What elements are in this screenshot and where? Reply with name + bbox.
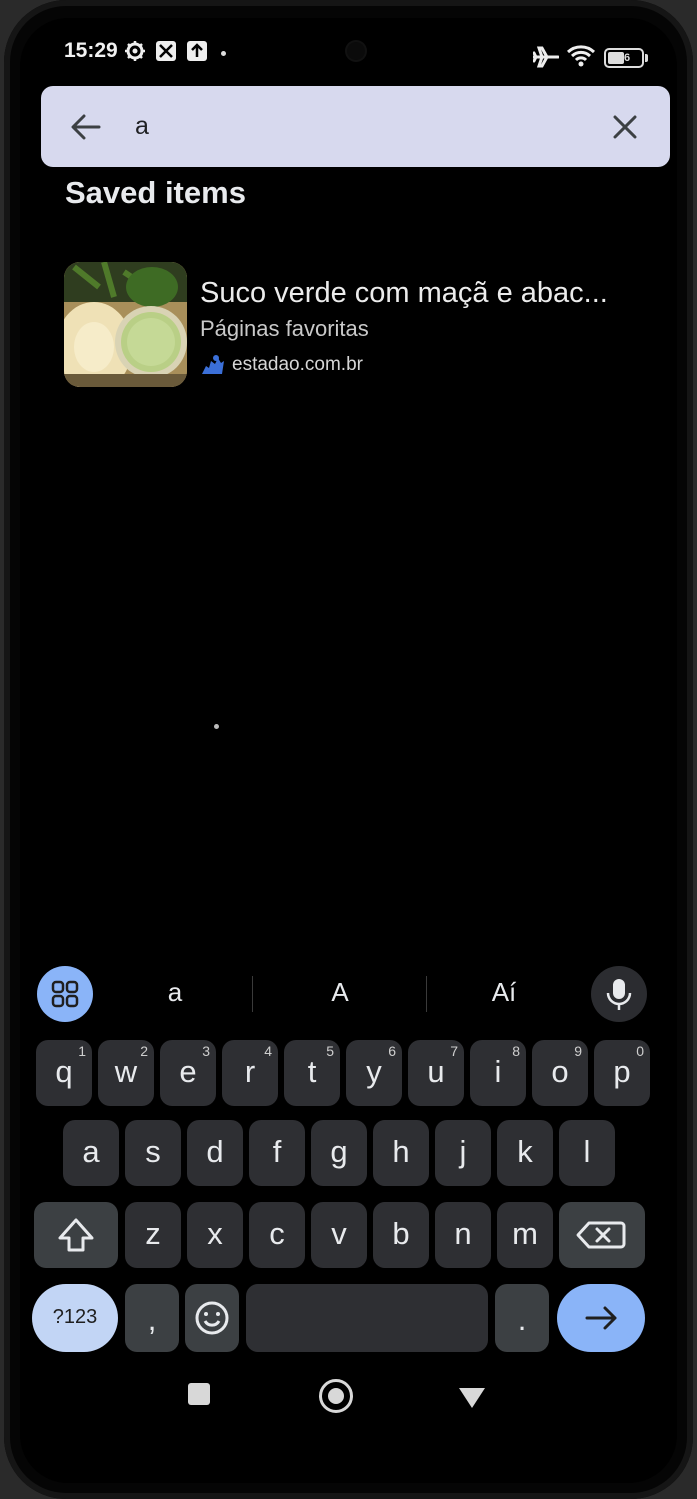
nav-home-button[interactable]: [319, 1379, 353, 1413]
status-time: 15:29: [64, 39, 118, 62]
key-y[interactable]: y6: [346, 1040, 402, 1106]
suggestion-divider: [252, 976, 253, 1012]
nav-recents-button[interactable]: [188, 1383, 210, 1405]
key-v[interactable]: v: [311, 1202, 367, 1268]
upload-notification-icon: [187, 41, 207, 61]
search-input[interactable]: [135, 106, 575, 146]
notification-dot: [221, 51, 226, 56]
search-bar: [41, 86, 670, 167]
battery-tip: [645, 54, 648, 62]
saved-item[interactable]: Suco verde com maçã e abac... Páginas fa…: [60, 258, 660, 388]
emoji-icon: [195, 1301, 229, 1335]
saved-item-title: Suco verde com maçã e abac...: [200, 277, 608, 309]
key-u[interactable]: u7: [408, 1040, 464, 1106]
period-key[interactable]: .: [495, 1284, 549, 1352]
key-o[interactable]: o9: [532, 1040, 588, 1106]
microphone-icon: [606, 979, 632, 1010]
microphone-button[interactable]: [591, 966, 647, 1022]
key-h[interactable]: h: [373, 1120, 429, 1186]
screen-speck: [214, 724, 219, 729]
shift-icon: [58, 1218, 94, 1252]
settings-gear-icon: [125, 41, 145, 61]
battery-icon: 46: [604, 48, 644, 68]
space-key[interactable]: [246, 1284, 488, 1352]
backspace-key[interactable]: [559, 1202, 645, 1268]
juice-thumbnail-image: [64, 262, 187, 387]
keyboard: a A Aí q1 w2 e3 r4 t5 y6 u7 i8 o9 p0 a s: [20, 946, 677, 1366]
key-n[interactable]: n: [435, 1202, 491, 1268]
nav-home-dot: [328, 1388, 344, 1404]
key-x[interactable]: x: [187, 1202, 243, 1268]
suggestion-3[interactable]: Aí: [484, 977, 524, 1008]
airplane-mode-icon: [533, 46, 559, 68]
key-m[interactable]: m: [497, 1202, 553, 1268]
key-b[interactable]: b: [373, 1202, 429, 1268]
key-a[interactable]: a: [63, 1120, 119, 1186]
key-s[interactable]: s: [125, 1120, 181, 1186]
data-saver-icon: [156, 41, 176, 61]
comma-key[interactable]: ,: [125, 1284, 179, 1352]
key-t[interactable]: t5: [284, 1040, 340, 1106]
saved-item-site: estadao.com.br: [232, 354, 363, 375]
front-camera: [347, 42, 365, 60]
shift-key[interactable]: [34, 1202, 118, 1268]
key-z[interactable]: z: [125, 1202, 181, 1268]
arrow-left-icon[interactable]: [69, 110, 103, 144]
close-icon[interactable]: [608, 110, 642, 144]
key-i[interactable]: i8: [470, 1040, 526, 1106]
suggestion-divider: [426, 976, 427, 1012]
suggestion-2[interactable]: A: [325, 977, 355, 1008]
key-q[interactable]: q1: [36, 1040, 92, 1106]
key-d[interactable]: d: [187, 1120, 243, 1186]
section-title-saved-items: Saved items: [65, 175, 246, 210]
arrow-right-icon: [585, 1306, 617, 1330]
nav-back-triangle-icon[interactable]: [457, 1386, 487, 1410]
key-j[interactable]: j: [435, 1120, 491, 1186]
enter-key[interactable]: [557, 1284, 645, 1352]
key-e[interactable]: e3: [160, 1040, 216, 1106]
key-r[interactable]: r4: [222, 1040, 278, 1106]
key-w[interactable]: w2: [98, 1040, 154, 1106]
suggestion-bar: a A Aí: [20, 946, 677, 1026]
key-g[interactable]: g: [311, 1120, 367, 1186]
suggestion-1[interactable]: a: [165, 977, 185, 1008]
key-p[interactable]: p0: [594, 1040, 650, 1106]
backspace-icon: [576, 1221, 626, 1249]
key-f[interactable]: f: [249, 1120, 305, 1186]
grid-icon: [51, 980, 79, 1008]
battery-percent: 46: [617, 52, 631, 64]
symbols-key[interactable]: ?123: [32, 1284, 118, 1352]
key-l[interactable]: l: [559, 1120, 615, 1186]
key-k[interactable]: k: [497, 1120, 553, 1186]
saved-item-folder: Páginas favoritas: [200, 316, 369, 341]
phone-screen: 15:29 46 a Saved items Suco verde com ma…: [20, 18, 677, 1483]
status-bar: 15:29 46: [20, 18, 677, 86]
key-c[interactable]: c: [249, 1202, 305, 1268]
estadao-logo-icon: [202, 355, 224, 374]
emoji-key[interactable]: [185, 1284, 239, 1352]
keyboard-apps-button[interactable]: [37, 966, 93, 1022]
wifi-icon: [566, 45, 596, 67]
saved-item-thumbnail: [64, 262, 187, 387]
